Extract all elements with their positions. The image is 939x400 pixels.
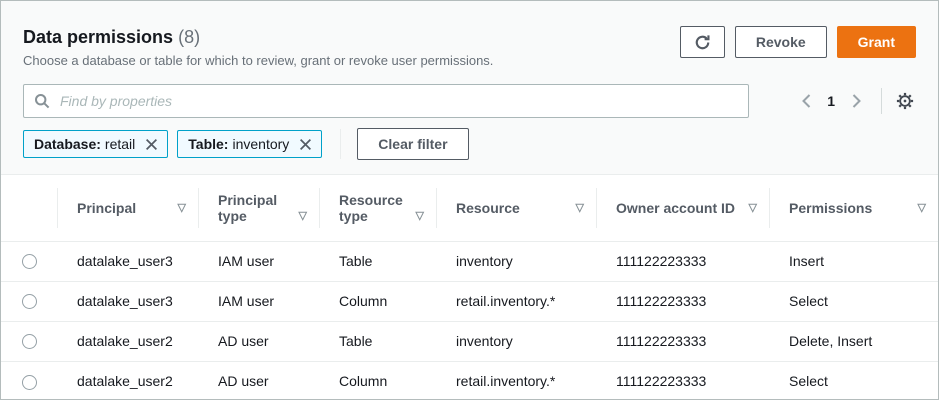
- chevron-right-icon: [852, 94, 861, 108]
- row-select-cell: [1, 281, 57, 321]
- data-permissions-panel: Data permissions (8) Choose a database o…: [0, 0, 939, 400]
- remove-database-filter-button[interactable]: [145, 138, 158, 151]
- gear-icon: [896, 92, 914, 110]
- cell-principal: datalake_user3: [57, 281, 198, 321]
- panel-top: Data permissions (8) Choose a database o…: [1, 1, 938, 160]
- search-box: [23, 84, 749, 118]
- header-actions: Revoke Grant: [680, 26, 916, 58]
- sort-icon[interactable]: ▽: [299, 209, 307, 224]
- table-row: datalake_user2 AD user Table inventory 1…: [1, 321, 938, 361]
- filter-chip-label: Table:: [188, 136, 228, 152]
- search-row: 1: [23, 84, 916, 118]
- sort-icon[interactable]: ▽: [918, 201, 926, 216]
- table-row: datalake_user3 IAM user Table inventory …: [1, 241, 938, 281]
- cell-permissions: Insert: [769, 241, 938, 281]
- header-row: Data permissions (8) Choose a database o…: [23, 26, 916, 69]
- row-radio-button[interactable]: [22, 254, 37, 269]
- cell-principal-type: IAM user: [198, 281, 319, 321]
- column-label: Permissions: [789, 200, 872, 216]
- pagination-divider: [881, 88, 882, 114]
- cell-resource-type: Table: [319, 241, 436, 281]
- selection-column-header: [1, 175, 57, 241]
- filter-chip-value: retail: [105, 136, 135, 152]
- column-header-owner-account-id[interactable]: Owner account ID ▽: [596, 175, 769, 241]
- table-header-row: Principal ▽ Principal type ▽ Resource ty…: [1, 175, 938, 241]
- row-radio-button[interactable]: [22, 334, 37, 349]
- cell-owner-account-id: 111122223333: [596, 241, 769, 281]
- table-row: datalake_user2 AD user Column retail.inv…: [1, 361, 938, 400]
- table-row: datalake_user3 IAM user Column retail.in…: [1, 281, 938, 321]
- column-label: Principal: [77, 200, 136, 216]
- refresh-button[interactable]: [680, 26, 725, 58]
- search-icon: [34, 93, 50, 109]
- column-header-permissions[interactable]: Permissions ▽: [769, 175, 938, 241]
- previous-page-button[interactable]: [793, 88, 819, 114]
- row-radio-button[interactable]: [22, 375, 37, 390]
- cell-resource: retail.inventory.*: [436, 281, 596, 321]
- row-select-cell: [1, 361, 57, 400]
- revoke-button[interactable]: Revoke: [735, 26, 827, 58]
- grant-button[interactable]: Grant: [837, 26, 916, 58]
- filter-chip-database: Database: retail: [23, 130, 168, 158]
- filter-chip-label: Database:: [34, 136, 101, 152]
- cell-resource-type: Table: [319, 321, 436, 361]
- title-block: Data permissions (8) Choose a database o…: [23, 26, 493, 69]
- next-page-button[interactable]: [843, 88, 869, 114]
- column-label: Resource: [456, 200, 520, 216]
- cell-principal: datalake_user2: [57, 361, 198, 400]
- filter-row: Database: retail Table: inventory: [23, 128, 916, 160]
- filter-chip-table: Table: inventory: [177, 130, 322, 158]
- cell-resource: retail.inventory.*: [436, 361, 596, 400]
- cell-principal-type: AD user: [198, 361, 319, 400]
- cell-resource-type: Column: [319, 281, 436, 321]
- row-select-cell: [1, 241, 57, 281]
- page-description: Choose a database or table for which to …: [23, 52, 493, 69]
- page-title-text: Data permissions: [23, 27, 173, 47]
- column-label: Resource type: [339, 192, 412, 224]
- cell-owner-account-id: 111122223333: [596, 361, 769, 400]
- cell-principal-type: IAM user: [198, 241, 319, 281]
- current-page-number: 1: [827, 93, 835, 109]
- sort-icon[interactable]: ▽: [416, 209, 424, 224]
- chevron-left-icon: [802, 94, 811, 108]
- permissions-table-container: Principal ▽ Principal type ▽ Resource ty…: [1, 174, 938, 400]
- item-count-badge: (8): [178, 27, 200, 47]
- cell-resource: inventory: [436, 241, 596, 281]
- cell-permissions: Select: [769, 281, 938, 321]
- clear-filter-button[interactable]: Clear filter: [357, 128, 468, 160]
- column-header-principal[interactable]: Principal ▽: [57, 175, 198, 241]
- refresh-icon: [694, 34, 711, 51]
- remove-table-filter-button[interactable]: [299, 138, 312, 151]
- column-label: Owner account ID: [616, 200, 735, 216]
- permissions-table: Principal ▽ Principal type ▽ Resource ty…: [1, 175, 938, 400]
- filter-divider: [340, 129, 341, 159]
- column-header-principal-type[interactable]: Principal type ▽: [198, 175, 319, 241]
- cell-owner-account-id: 111122223333: [596, 281, 769, 321]
- row-radio-button[interactable]: [22, 294, 37, 309]
- sort-icon[interactable]: ▽: [576, 201, 584, 216]
- cell-principal: datalake_user3: [57, 241, 198, 281]
- close-icon: [145, 138, 158, 151]
- cell-principal: datalake_user2: [57, 321, 198, 361]
- cell-resource-type: Column: [319, 361, 436, 400]
- sort-icon[interactable]: ▽: [178, 201, 186, 216]
- cell-owner-account-id: 111122223333: [596, 321, 769, 361]
- search-input[interactable]: [58, 92, 738, 110]
- cell-permissions: Select: [769, 361, 938, 400]
- cell-permissions: Delete, Insert: [769, 321, 938, 361]
- column-header-resource[interactable]: Resource ▽: [436, 175, 596, 241]
- page-title: Data permissions (8): [23, 26, 493, 48]
- row-select-cell: [1, 321, 57, 361]
- pagination: 1: [793, 88, 916, 114]
- cell-resource: inventory: [436, 321, 596, 361]
- close-icon: [299, 138, 312, 151]
- column-label: Principal type: [218, 192, 295, 224]
- cell-principal-type: AD user: [198, 321, 319, 361]
- preferences-button[interactable]: [894, 90, 916, 112]
- column-header-resource-type[interactable]: Resource type ▽: [319, 175, 436, 241]
- filter-chip-value: inventory: [232, 136, 289, 152]
- sort-icon[interactable]: ▽: [749, 201, 757, 216]
